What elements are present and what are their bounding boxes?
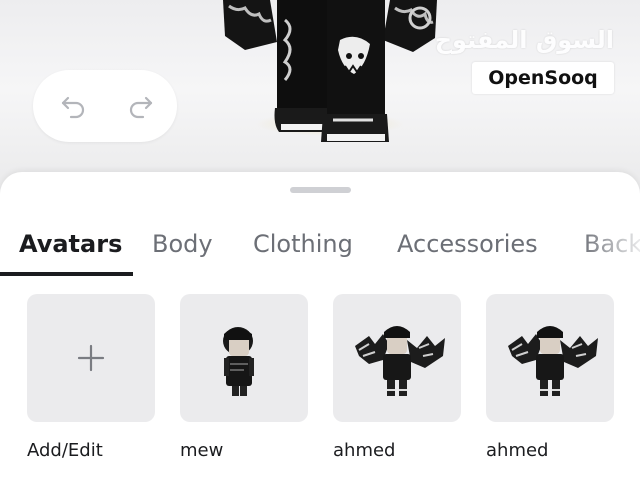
avatar-label-ahmed-2: ahmed — [486, 440, 549, 461]
add-edit-avatar-card[interactable] — [27, 294, 155, 422]
avatar-thumbnail — [355, 326, 445, 396]
redo-button[interactable] — [125, 90, 157, 122]
avatar-thumbnail — [223, 327, 254, 396]
category-tabs: Avatars Body Clothing Accessories Back — [0, 224, 640, 278]
tab-accessories[interactable]: Accessories — [397, 230, 538, 258]
tab-body[interactable]: Body — [152, 230, 213, 258]
watermark-brand: OpenSooq — [472, 62, 614, 94]
avatar-thumbnail — [508, 326, 598, 396]
undo-arrow-icon — [61, 96, 85, 119]
tab-back[interactable]: Back — [584, 230, 640, 258]
opensooq-watermark: السوق المفتوح OpenSooq — [435, 18, 618, 98]
tab-avatars[interactable]: Avatars — [19, 230, 122, 258]
avatar-card-ahmed-1[interactable] — [333, 294, 461, 422]
redo-arrow-icon — [129, 96, 153, 119]
avatar-card-mew[interactable] — [180, 294, 308, 422]
avatar-label-add-edit: Add/Edit — [27, 440, 103, 461]
watermark-arabic-text: السوق المفتوح — [434, 26, 614, 54]
avatar-preview: السوق المفتوح OpenSooq — [0, 0, 640, 200]
undo-redo-controls — [33, 70, 177, 142]
undo-button[interactable] — [57, 90, 89, 122]
active-tab-indicator — [0, 272, 133, 276]
tab-clothing[interactable]: Clothing — [253, 230, 353, 258]
avatar-grid: Add/Edit mew ahmed ahmed — [0, 294, 640, 480]
avatar-editor-sheet: Avatars Body Clothing Accessories Back A… — [0, 172, 640, 480]
avatar-label-ahmed-1: ahmed — [333, 440, 396, 461]
avatar-character-figure — [223, 0, 437, 142]
plus-icon — [77, 344, 105, 372]
avatar-label-mew: mew — [180, 440, 224, 461]
sheet-drag-handle[interactable] — [290, 187, 351, 193]
avatar-card-ahmed-2[interactable] — [486, 294, 614, 422]
